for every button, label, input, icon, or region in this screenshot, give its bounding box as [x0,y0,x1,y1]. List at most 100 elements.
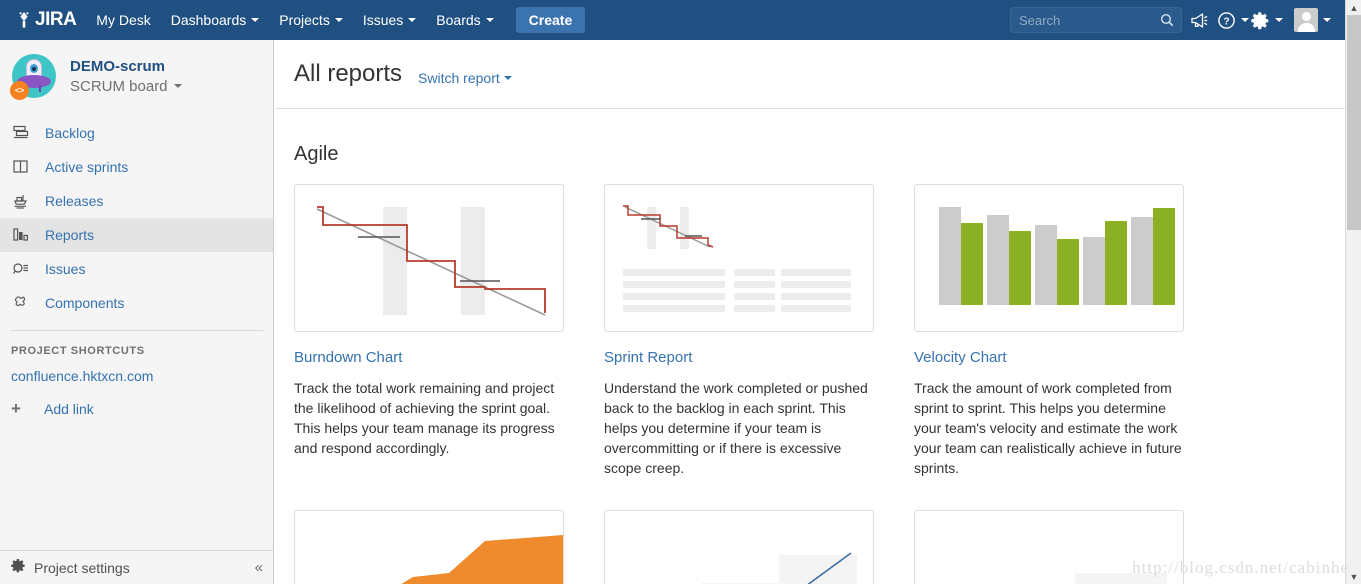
project-settings-label[interactable]: Project settings [34,560,130,576]
add-link-button[interactable]: + Add link [0,389,273,419]
project-name[interactable]: DEMO-scrum [70,58,182,75]
search-input[interactable] [1011,8,1181,32]
completed-bar [1153,208,1175,305]
user-avatar-button[interactable] [1284,0,1337,40]
jira-logo[interactable]: JIRA [14,9,77,31]
guideline-series [624,206,711,248]
commitment-bar [939,207,961,305]
nav-item-label: Issues [362,12,404,28]
jira-logo-mark [14,10,34,30]
search-box[interactable] [1010,7,1182,33]
code-badge-icon: <> [10,81,29,100]
jira-logo-text: JIRA [35,9,77,30]
completed-bar [961,223,983,305]
releases-icon [12,192,42,210]
project-settings-bar: Project settings « [0,550,273,584]
help-icon[interactable]: ? [1216,0,1250,40]
nav-item-issues[interactable]: Issues [353,0,426,40]
report-link-sprint-report[interactable]: Sprint Report [604,349,874,366]
reports-body: Agile Burndown Chart Track the total wor… [275,143,1345,584]
sidebar-item-label: Active sprints [45,159,129,175]
bar-group-sprint-5 [1131,208,1175,305]
chevron-down-icon [173,84,182,88]
project-shortcuts-heading: PROJECT SHORTCUTS [11,345,145,357]
bar-group-sprint-1 [939,207,983,305]
scroll-up-arrow-icon[interactable]: ▲ [1346,0,1361,15]
release-burndown-thumbnail[interactable] [914,510,1184,584]
burndown-thumbnail[interactable] [294,184,564,332]
sidebar-item-label: Reports [45,227,95,243]
create-button[interactable]: Create [515,7,586,33]
double-chevron-left-icon[interactable]: « [255,559,263,576]
nav-item-label: Projects [279,12,330,28]
sidebar-item-label: Releases [45,193,104,209]
ufo-eye-shape [30,64,38,73]
nav-item-label: My Desk [96,12,151,28]
active-sprints-icon [12,158,42,176]
report-card-velocity-chart: Velocity Chart Track the amount of work … [914,184,1184,478]
commitment-bar [987,215,1009,305]
report-card-cumulative-flow [294,510,564,584]
commitment-bar [1035,225,1057,305]
sidebar-item-label: Components [45,295,125,311]
sidebar-item-issues[interactable]: Issues [0,252,273,286]
project-text-group: DEMO-scrum SCRUM board [70,58,182,95]
settings-gear-icon[interactable] [1250,0,1284,40]
non-working-band [680,207,689,249]
chevron-down-icon [485,18,494,22]
nav-item-my-desk[interactable]: My Desk [86,0,160,40]
sidebar-item-components[interactable]: Components [0,286,273,320]
search-icon[interactable] [1160,13,1174,32]
megaphone-icon[interactable] [1182,0,1216,40]
report-description: Understand the work completed or pushed … [604,380,868,476]
issues-search-icon [12,260,42,278]
epic-burndown-thumbnail[interactable] [604,510,874,584]
project-avatar-icon: <> [10,54,56,100]
switch-report-dropdown[interactable]: Switch report [418,70,512,86]
report-link-velocity-chart[interactable]: Velocity Chart [914,349,1184,366]
velocity-thumbnail[interactable] [914,184,1184,332]
cumulative-flow-svg [401,535,563,584]
bar-group-sprint-4 [1083,221,1127,305]
scrollbar-thumb[interactable] [1347,15,1361,230]
vertical-scrollbar[interactable]: ▲ ▼ [1345,0,1361,584]
nav-item-boards[interactable]: Boards [426,0,503,40]
switch-report-label: Switch report [418,69,500,86]
chevron-down-icon [1275,18,1283,22]
shortcut-link-confluence[interactable]: confluence.hktxcn.com [0,363,273,389]
board-name: SCRUM board [70,77,168,95]
cumulative-flow-thumbnail[interactable] [294,510,564,584]
chevron-down-icon [334,18,343,22]
sidebar-item-releases[interactable]: Releases [0,184,273,218]
svg-text:?: ? [1223,16,1229,27]
non-working-band [647,207,656,249]
sprint-report-thumbnail[interactable] [604,184,874,332]
nav-item-projects[interactable]: Projects [269,0,353,40]
report-link-burndown-chart[interactable]: Burndown Chart [294,349,564,366]
commitment-bar [1131,217,1153,305]
velocity-chart-svg [939,207,1175,305]
scroll-down-arrow-icon[interactable]: ▼ [1346,569,1361,584]
sidebar-item-backlog[interactable]: Backlog [0,116,273,150]
remaining-series [317,206,546,313]
chevron-down-icon [251,18,260,22]
chevron-down-icon [1241,18,1249,22]
release-burndown-svg [1075,573,1167,584]
sidebar-item-active-sprints[interactable]: Active sprints [0,150,273,184]
chevron-down-icon [1323,18,1331,22]
reports-row-second [294,510,1345,584]
ufo-leg-shape [39,86,41,92]
non-working-band [461,207,485,315]
completed-bar [1009,231,1031,305]
nav-item-label: Boards [436,12,481,28]
sidebar-item-reports[interactable]: Reports [0,218,273,252]
page-header: All reports Switch report [275,40,1345,109]
nav-item-dashboards[interactable]: Dashboards [161,0,270,40]
board-selector[interactable]: SCRUM board [70,78,182,95]
gear-icon[interactable] [11,558,26,578]
add-link-label: Add link [44,401,94,417]
backlog-icon [12,124,42,142]
page-title: All reports [294,60,403,87]
top-navigation-bar: JIRA My Desk Dashboards Projects Issues … [0,0,1345,40]
components-puzzle-icon [12,294,42,312]
